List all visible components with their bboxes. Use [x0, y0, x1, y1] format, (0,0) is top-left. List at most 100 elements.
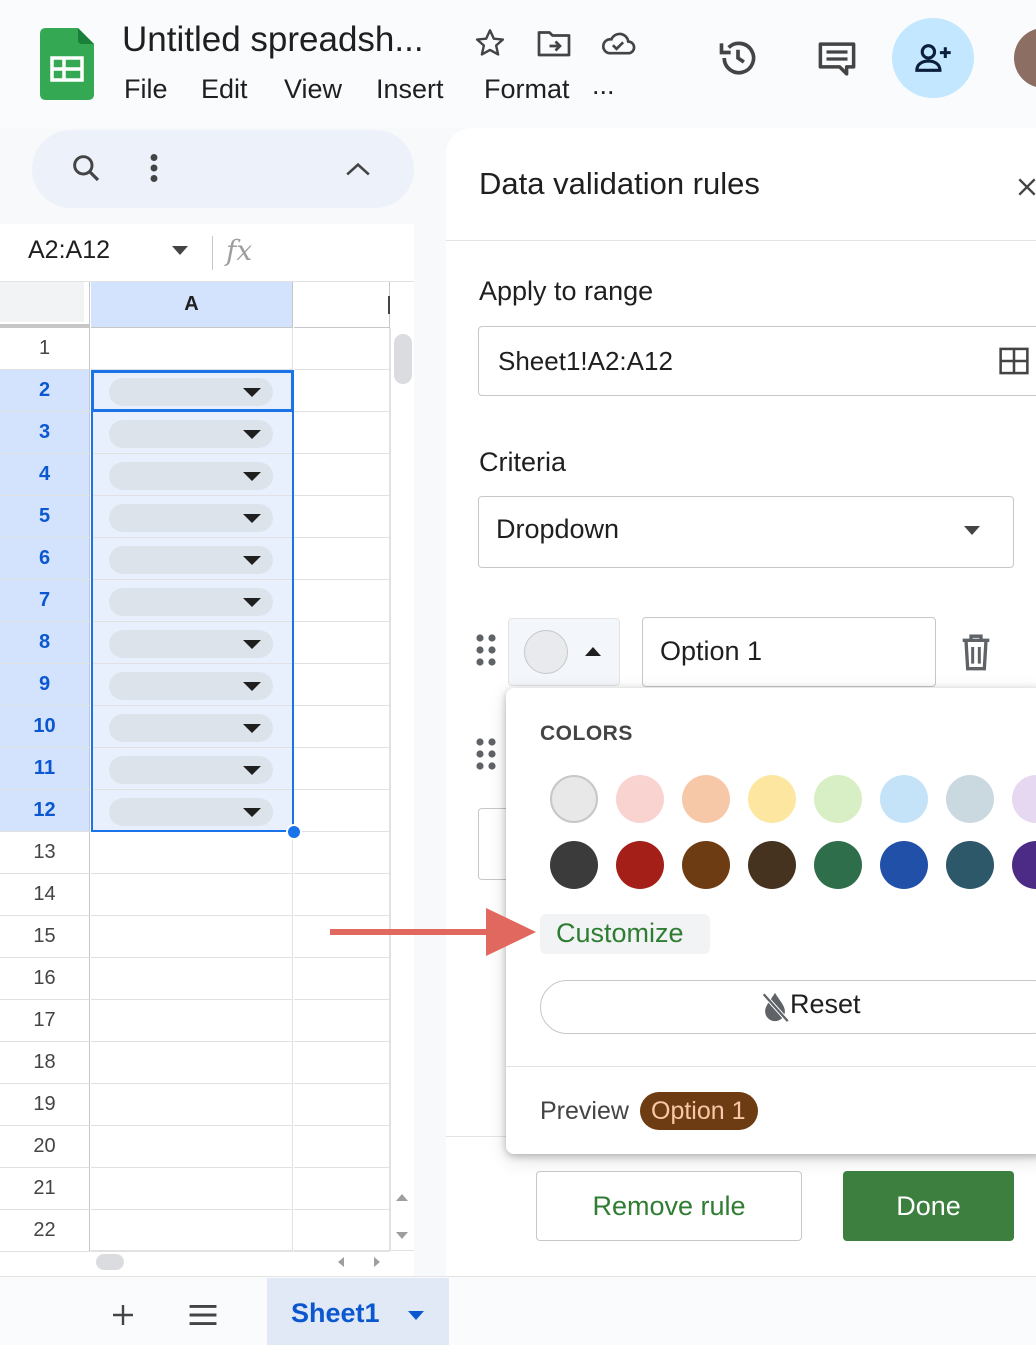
dropdown-chip[interactable]	[109, 504, 273, 532]
more-vert-icon[interactable]	[140, 150, 168, 186]
row-header[interactable]: 21	[0, 1168, 90, 1210]
color-swatch-light[interactable]	[682, 775, 730, 823]
cell-a[interactable]	[91, 706, 293, 748]
cell-a[interactable]	[91, 370, 293, 412]
menu-file[interactable]: File	[124, 74, 168, 105]
color-swatch-dark[interactable]	[616, 841, 664, 889]
row-header[interactable]: 5	[0, 496, 90, 538]
remove-rule-button[interactable]: Remove rule	[536, 1171, 802, 1241]
cell-a[interactable]	[91, 874, 293, 916]
cell-a[interactable]	[91, 1042, 293, 1084]
color-swatch-dark[interactable]	[814, 841, 862, 889]
cell-b[interactable]	[294, 622, 390, 664]
cell-a[interactable]	[91, 958, 293, 1000]
cloud-saved-icon[interactable]	[598, 26, 638, 60]
cell-a[interactable]	[91, 412, 293, 454]
row-header[interactable]: 2	[0, 370, 90, 412]
move-folder-icon[interactable]	[534, 26, 574, 60]
dropdown-chip[interactable]	[109, 756, 273, 784]
scroll-right-arrow-icon[interactable]	[374, 1257, 380, 1267]
scroll-up-arrow-icon[interactable]	[396, 1194, 408, 1201]
spreadsheet-grid[interactable]: A 1 2 3 4 5 6 7 8 9 10 11 12 13 14 15 16 17 18 19 20 21 22	[0, 282, 414, 1276]
cell-b[interactable]	[294, 664, 390, 706]
dropdown-chip[interactable]	[109, 378, 273, 406]
row-header[interactable]: 1	[0, 328, 90, 370]
row-header[interactable]: 8	[0, 622, 90, 664]
cell-b[interactable]	[294, 1084, 390, 1126]
horizontal-scrollbar[interactable]	[90, 1250, 414, 1276]
color-swatch-light[interactable]	[550, 775, 598, 823]
color-swatch-light[interactable]	[814, 775, 862, 823]
cell-a[interactable]	[91, 1168, 293, 1210]
add-sheet-icon[interactable]	[106, 1298, 140, 1332]
fill-handle[interactable]	[286, 824, 302, 840]
close-icon[interactable]	[1014, 172, 1036, 202]
vertical-scrollbar[interactable]	[390, 328, 414, 1250]
cell-b[interactable]	[294, 370, 390, 412]
row-header[interactable]: 4	[0, 454, 90, 496]
color-swatch-light[interactable]	[880, 775, 928, 823]
cell-a[interactable]	[91, 454, 293, 496]
row-header[interactable]: 14	[0, 874, 90, 916]
row-header[interactable]: 12	[0, 790, 90, 832]
vertical-scroll-thumb[interactable]	[394, 334, 412, 384]
dropdown-chip[interactable]	[109, 546, 273, 574]
drag-handle-icon[interactable]	[474, 736, 498, 772]
cell-b[interactable]	[294, 706, 390, 748]
cell-a[interactable]	[91, 328, 293, 370]
drag-handle-icon[interactable]	[474, 632, 498, 668]
cell-a[interactable]	[91, 1126, 293, 1168]
cell-b[interactable]	[294, 496, 390, 538]
row-header[interactable]: 9	[0, 664, 90, 706]
dropdown-chip[interactable]	[109, 462, 273, 490]
row-header[interactable]: 11	[0, 748, 90, 790]
color-swatch-dark[interactable]	[880, 841, 928, 889]
color-swatch-dark[interactable]	[682, 841, 730, 889]
name-box-dropdown-icon[interactable]	[172, 246, 188, 255]
chevron-up-icon[interactable]	[342, 154, 374, 184]
dropdown-chip[interactable]	[109, 630, 273, 658]
cell-a[interactable]	[91, 790, 293, 832]
color-swatch-dark[interactable]	[550, 841, 598, 889]
document-title[interactable]: Untitled spreadsh...	[122, 20, 424, 60]
cell-a[interactable]	[91, 538, 293, 580]
cell-a[interactable]	[91, 496, 293, 538]
done-button[interactable]: Done	[843, 1171, 1014, 1241]
row-header[interactable]: 6	[0, 538, 90, 580]
search-icon[interactable]	[68, 150, 104, 186]
dropdown-chip[interactable]	[109, 672, 273, 700]
cell-b[interactable]	[294, 1210, 390, 1252]
cell-b[interactable]	[294, 538, 390, 580]
color-swatch-light[interactable]	[616, 775, 664, 823]
row-header[interactable]: 15	[0, 916, 90, 958]
cell-b[interactable]	[294, 454, 390, 496]
row-header[interactable]: 13	[0, 832, 90, 874]
row-header[interactable]: 16	[0, 958, 90, 1000]
menu-format[interactable]: Format	[484, 74, 570, 105]
column-header-b[interactable]	[294, 282, 390, 328]
select-range-grid-icon[interactable]	[996, 344, 1032, 378]
cell-a[interactable]	[91, 1000, 293, 1042]
row-header[interactable]: 17	[0, 1000, 90, 1042]
cell-b[interactable]	[294, 1000, 390, 1042]
row-header[interactable]: 7	[0, 580, 90, 622]
share-button[interactable]	[892, 18, 974, 98]
horizontal-scroll-thumb[interactable]	[96, 1254, 124, 1270]
cell-a[interactable]	[91, 580, 293, 622]
sheets-logo-icon[interactable]	[40, 28, 94, 100]
dropdown-chip[interactable]	[109, 420, 273, 448]
cell-a[interactable]	[91, 664, 293, 706]
cell-a[interactable]	[91, 748, 293, 790]
name-box[interactable]: A2:A12	[28, 236, 110, 265]
menu-insert[interactable]: Insert	[376, 74, 444, 105]
cell-b[interactable]	[294, 1126, 390, 1168]
cell-b[interactable]	[294, 328, 390, 370]
menu-more[interactable]: ...	[592, 70, 615, 101]
cell-a[interactable]	[91, 622, 293, 664]
row-header[interactable]: 20	[0, 1126, 90, 1168]
color-swatch-light[interactable]	[946, 775, 994, 823]
dropdown-chip[interactable]	[109, 798, 273, 826]
cell-b[interactable]	[294, 1042, 390, 1084]
star-icon[interactable]	[472, 26, 508, 60]
cell-b[interactable]	[294, 580, 390, 622]
